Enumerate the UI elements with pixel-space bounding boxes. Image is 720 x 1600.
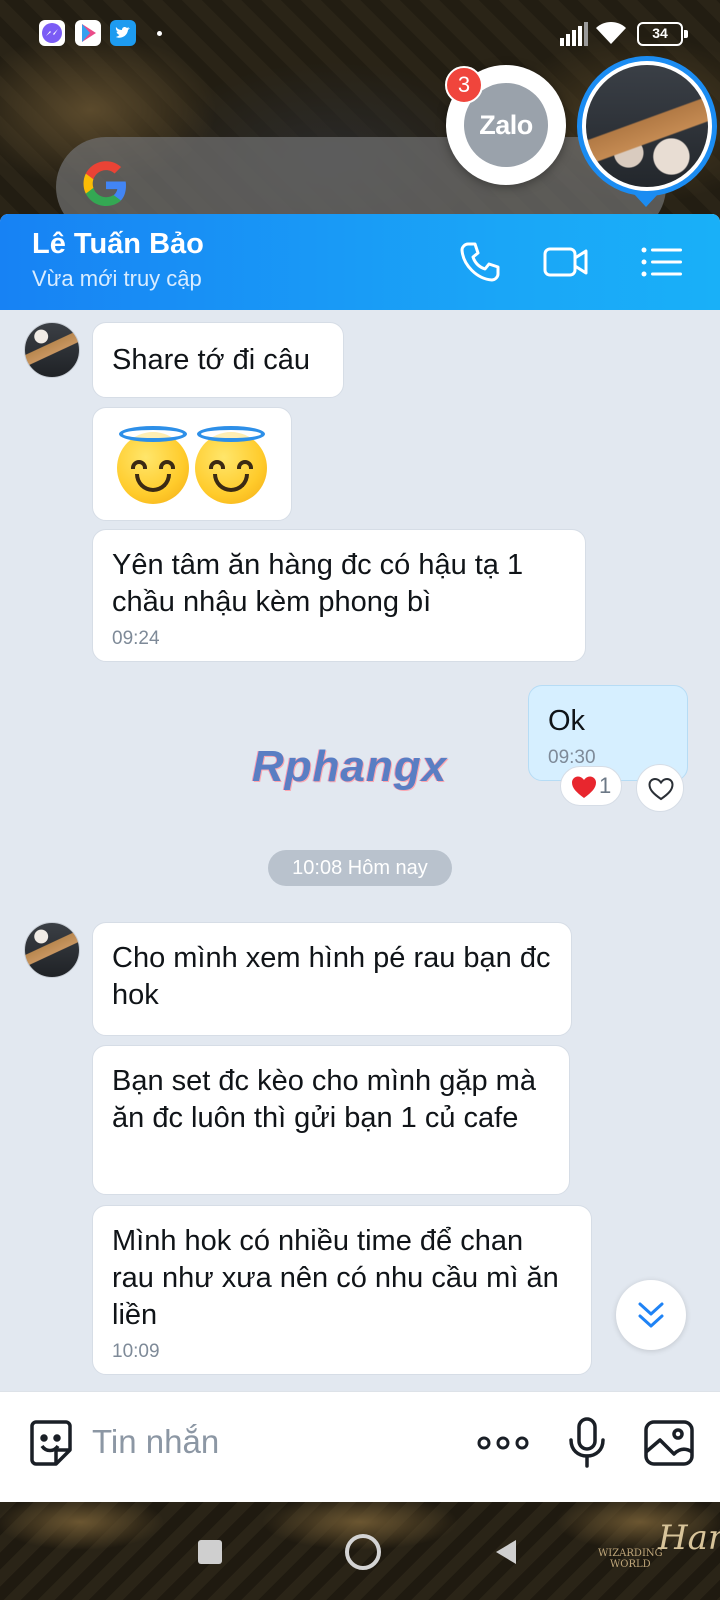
- message-bubble[interactable]: Bạn set đc kèo cho mình gặp mà ăn đc luô…: [92, 1045, 570, 1195]
- watermark-text: Rphangx: [252, 742, 448, 791]
- photo-button[interactable]: [642, 1416, 696, 1470]
- phone-icon: [460, 242, 500, 282]
- innocent-emoji-icon: [193, 426, 269, 504]
- message-bubble[interactable]: Mình hok có nhiều time để chan rau như x…: [92, 1205, 592, 1375]
- video-call-icon: [543, 247, 588, 277]
- contact-avatar: [586, 65, 708, 187]
- message-time: 10:09: [112, 1341, 160, 1362]
- message-time: 09:24: [112, 628, 160, 649]
- message-text: Yên tâm ăn hàng đc có hậu tạ 1 chầu nhậu…: [112, 549, 524, 618]
- wifi-icon: [596, 20, 626, 46]
- back-button[interactable]: [494, 1538, 518, 1566]
- chat-window: Lê Tuấn Bảo Vừa mới truy cập Share tớ đi: [0, 214, 720, 1502]
- wallpaper-harry-text: Harr: [658, 1518, 720, 1558]
- contact-status: Vừa mới truy cập: [32, 266, 202, 291]
- video-call-button[interactable]: [542, 238, 590, 286]
- play-store-icon: [75, 20, 101, 46]
- message-text: Bạn set đc kèo cho mình gặp mà ăn đc luô…: [112, 1065, 536, 1134]
- sender-avatar[interactable]: [24, 322, 80, 378]
- message-bubble[interactable]: Yên tâm ăn hàng đc có hậu tạ 1 chầu nhậu…: [92, 529, 586, 662]
- more-dots-icon: [477, 1436, 529, 1450]
- battery-indicator: 34: [637, 22, 688, 46]
- home-button[interactable]: [345, 1534, 381, 1570]
- twitter-icon: [110, 20, 136, 46]
- unread-badge: 3: [445, 66, 483, 104]
- google-logo-icon: [83, 161, 126, 206]
- sender-avatar[interactable]: [24, 922, 80, 978]
- message-text: Mình hok có nhiều time để chan rau như x…: [112, 1225, 559, 1331]
- message-bubble[interactable]: Share tớ đi câu: [92, 322, 344, 398]
- reaction-summary[interactable]: 1: [560, 766, 622, 806]
- sticker-button[interactable]: [24, 1416, 78, 1470]
- wallpaper-logo: WIZARDING WORLD: [598, 1548, 663, 1570]
- message-text: Share tớ đi câu: [112, 344, 310, 376]
- double-chevron-down-icon: [638, 1302, 664, 1328]
- more-options-button[interactable]: [476, 1416, 530, 1470]
- sticker-icon: [30, 1420, 72, 1466]
- message-list[interactable]: Share tớ đi câu 😇😇 Yên tâm ăn hàng đc có…: [0, 310, 720, 1391]
- wallpaper-text-world: WORLD: [609, 1559, 651, 1570]
- menu-button[interactable]: [638, 238, 686, 286]
- message-text: Cho mình xem hình pé rau bạn đc hok: [112, 942, 551, 1011]
- innocent-emoji-icon: [115, 426, 191, 504]
- heart-reaction-icon: [572, 776, 596, 798]
- heart-outline-icon: [648, 777, 674, 801]
- signal-icon: [560, 22, 588, 46]
- recents-button[interactable]: [198, 1540, 222, 1564]
- message-input[interactable]: [92, 1418, 452, 1466]
- image-icon: [644, 1420, 694, 1466]
- microphone-icon: [569, 1417, 605, 1468]
- wallpaper-text-wizarding: WIZARDING: [598, 1548, 663, 1559]
- menu-icon: [641, 247, 682, 277]
- status-bar: 34: [0, 0, 720, 66]
- chat-head-pointer: [633, 193, 659, 207]
- phone-call-button[interactable]: [456, 238, 504, 286]
- chat-header: Lê Tuấn Bảo Vừa mới truy cập: [0, 214, 720, 310]
- date-separator: 10:08 Hôm nay: [268, 850, 452, 886]
- react-button[interactable]: [636, 764, 684, 812]
- contact-name[interactable]: Lê Tuấn Bảo: [32, 228, 204, 261]
- message-composer: [0, 1391, 720, 1502]
- message-text: Ok: [548, 705, 586, 737]
- emoji-message-bubble[interactable]: 😇😇: [92, 407, 292, 521]
- messenger-icon: [39, 20, 65, 46]
- voice-message-button[interactable]: [560, 1416, 614, 1470]
- reaction-count: 1: [599, 773, 612, 798]
- scroll-to-bottom-button[interactable]: [616, 1280, 686, 1350]
- notification-dot: [157, 31, 162, 36]
- message-bubble[interactable]: Cho mình xem hình pé rau bạn đc hok: [92, 922, 572, 1036]
- contact-chat-head[interactable]: [577, 56, 717, 196]
